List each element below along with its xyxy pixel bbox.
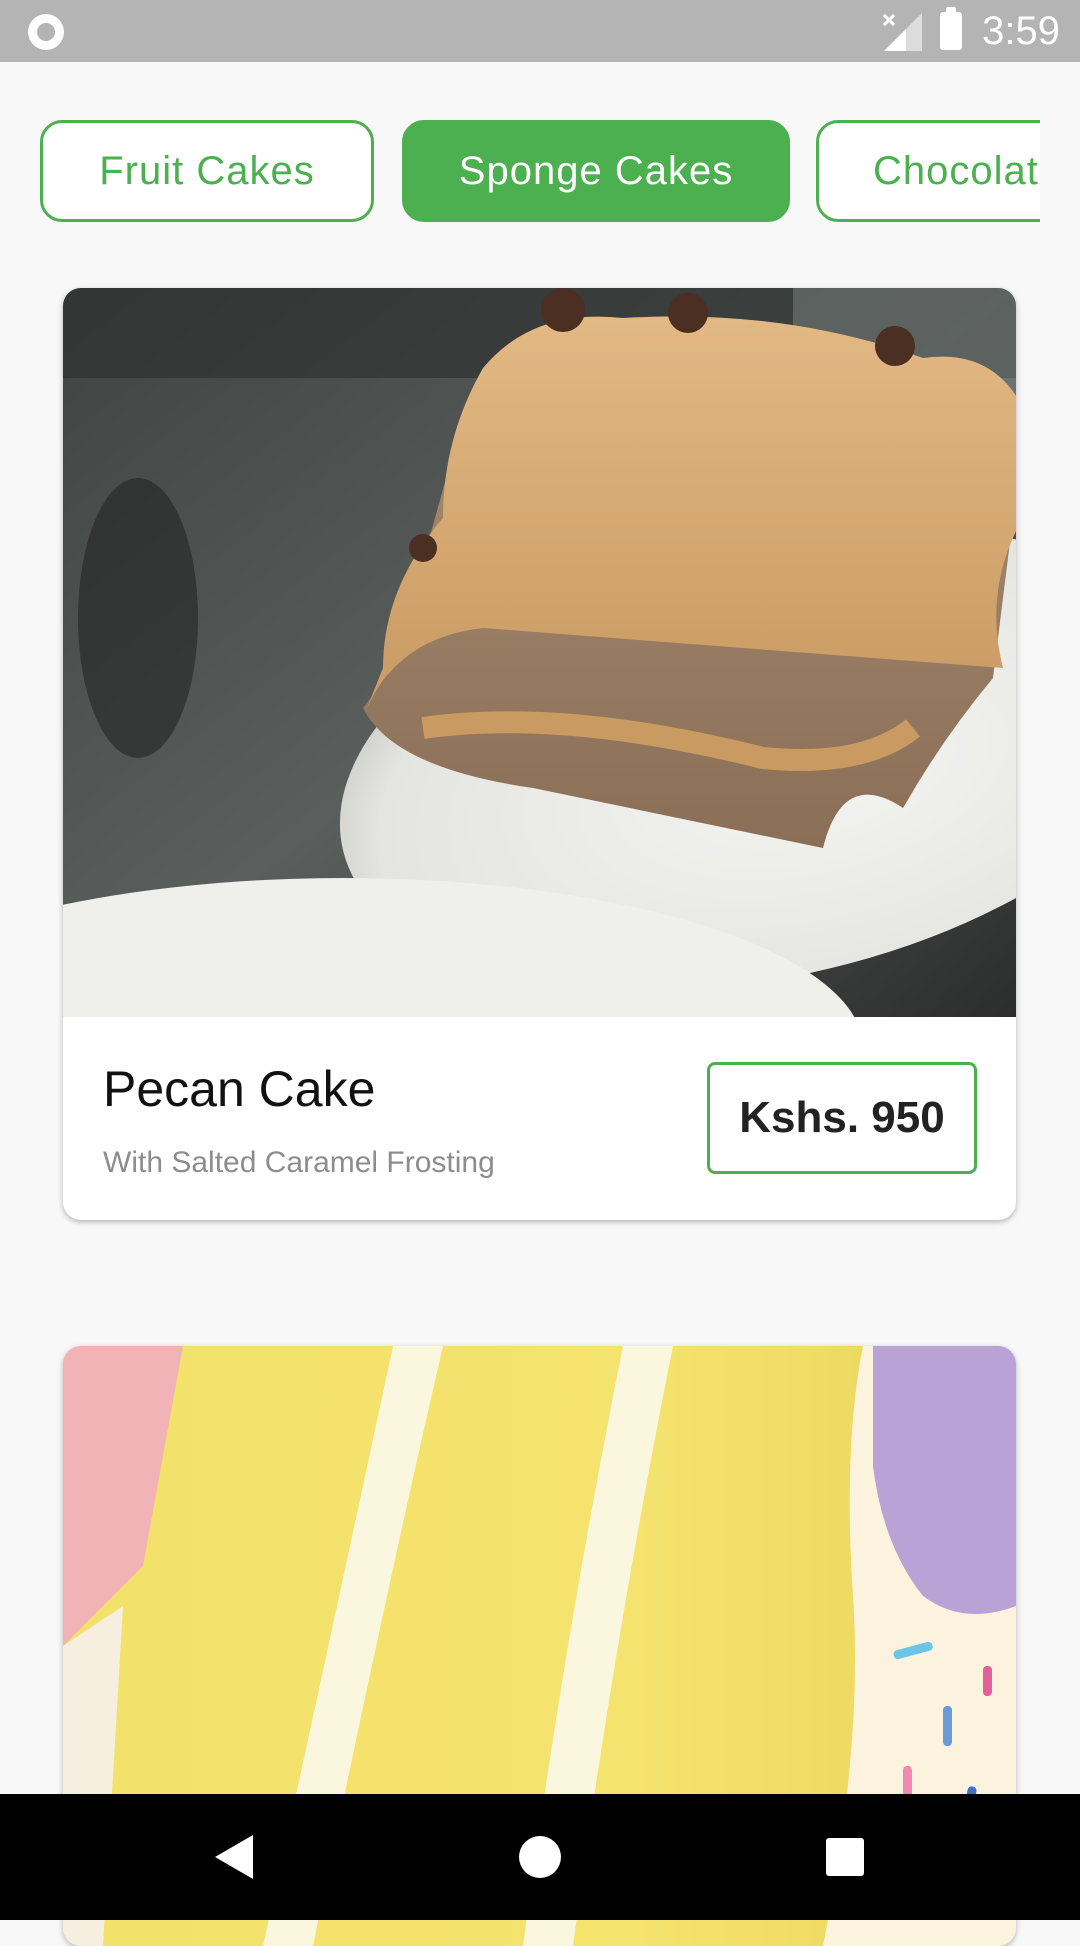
- record-icon: [28, 14, 64, 50]
- tab-sponge-cakes[interactable]: Sponge Cakes: [402, 120, 790, 222]
- status-icons: 3:59: [882, 7, 1060, 54]
- home-icon: [519, 1836, 561, 1878]
- status-bar: 3:59: [0, 0, 1080, 62]
- back-icon: [215, 1835, 253, 1879]
- tab-chocolate-cakes[interactable]: Chocolat: [816, 120, 1040, 222]
- navigation-bar: [0, 1794, 1080, 1920]
- product-name: Pecan Cake: [103, 1061, 376, 1117]
- tab-fruit-cakes[interactable]: Fruit Cakes: [40, 120, 374, 222]
- no-signal-icon: [883, 13, 923, 51]
- recent-apps-button[interactable]: [785, 1794, 905, 1920]
- battery-icon: [940, 7, 963, 50]
- product-card[interactable]: Pecan Cake With Salted Caramel Frosting …: [63, 288, 1016, 1220]
- category-tabs: Fruit Cakes Sponge Cakes Chocolat: [0, 120, 1040, 226]
- status-time: 3:59: [982, 8, 1060, 53]
- product-description: With Salted Caramel Frosting: [103, 1146, 495, 1179]
- price-button[interactable]: Kshs. 950: [707, 1062, 977, 1174]
- back-button[interactable]: [175, 1794, 295, 1920]
- recent-apps-icon: [826, 1838, 864, 1876]
- pecan-cake-photo: [63, 288, 1016, 1017]
- home-button[interactable]: [480, 1794, 600, 1920]
